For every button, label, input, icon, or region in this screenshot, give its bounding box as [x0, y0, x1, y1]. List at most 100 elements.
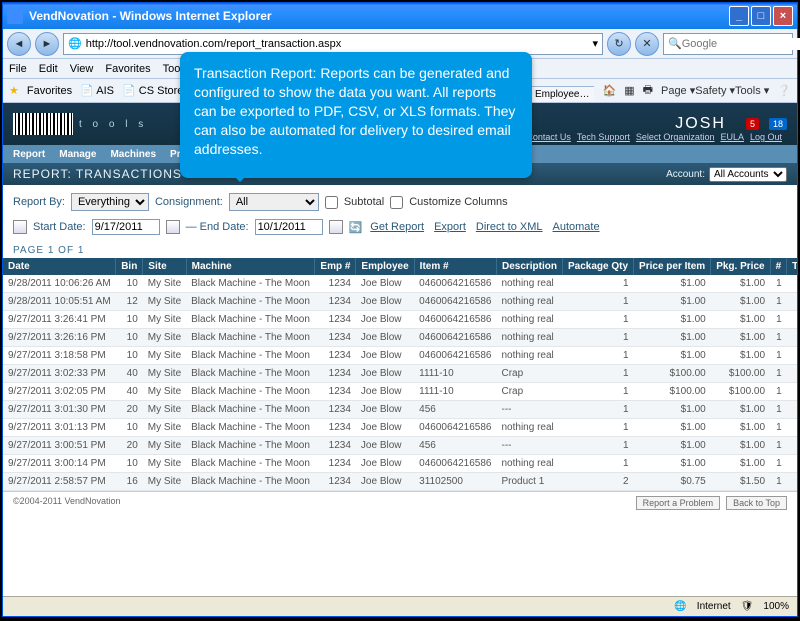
table-row[interactable]: 9/27/2011 3:26:41 PM10My SiteBlack Machi…: [3, 311, 797, 329]
print-icon[interactable]: 🖶: [643, 81, 653, 100]
back-button[interactable]: ◄: [7, 32, 31, 56]
table-cell: 0460064216586: [414, 347, 496, 365]
ie-tool-safety[interactable]: Safety ▾: [695, 85, 735, 97]
header-link[interactable]: EULA: [720, 132, 744, 142]
feeds-icon[interactable]: ▦: [624, 84, 634, 97]
getreport-button[interactable]: Get Report: [368, 221, 426, 233]
table-row[interactable]: 9/27/2011 2:58:57 PM16My SiteBlack Machi…: [3, 473, 797, 491]
stop-button[interactable]: ✕: [635, 32, 659, 56]
table-row[interactable]: 9/27/2011 3:02:05 PM40My SiteBlack Machi…: [3, 383, 797, 401]
zoom-label[interactable]: 100%: [763, 601, 789, 612]
table-row[interactable]: 9/27/2011 3:26:16 PM10My SiteBlack Machi…: [3, 329, 797, 347]
account-select[interactable]: All Accounts: [709, 167, 787, 182]
report-problem-button[interactable]: Report a Problem: [636, 496, 721, 510]
directxml-button[interactable]: Direct to XML: [474, 221, 545, 233]
export-button[interactable]: Export: [432, 221, 468, 233]
table-cell: Joe Blow: [356, 473, 414, 491]
favorites-star-icon[interactable]: ★: [9, 84, 19, 97]
menu-edit[interactable]: Edit: [39, 63, 58, 75]
col-header[interactable]: Machine: [186, 258, 315, 275]
search-box[interactable]: 🔍: [663, 33, 793, 55]
subtotal-checkbox[interactable]: [325, 196, 338, 209]
search-input[interactable]: [682, 38, 800, 50]
table-cell: 9/28/2011 10:05:51 AM: [3, 293, 116, 311]
table-cell: 10: [116, 275, 143, 293]
table-cell: Black Machine - The Moon: [186, 293, 315, 311]
col-header[interactable]: Employee: [356, 258, 414, 275]
table-row[interactable]: 9/27/2011 3:01:30 PM20My SiteBlack Machi…: [3, 401, 797, 419]
table-row[interactable]: 9/27/2011 3:02:33 PM40My SiteBlack Machi…: [3, 365, 797, 383]
alert-badge-red[interactable]: 5: [746, 118, 759, 130]
header-link[interactable]: Log Out: [750, 132, 782, 142]
help-icon[interactable]: ❔: [777, 84, 791, 97]
calendar-icon[interactable]: [13, 220, 27, 234]
app-menu-item[interactable]: Manage: [59, 149, 96, 160]
maximize-button[interactable]: □: [751, 6, 771, 26]
col-header[interactable]: Package Qty: [563, 258, 634, 275]
alert-badge-blue[interactable]: 18: [769, 118, 787, 130]
col-header[interactable]: #: [770, 258, 787, 275]
reportby-label: Report By:: [13, 196, 65, 208]
col-header[interactable]: Emp #: [315, 258, 356, 275]
table-cell: My Site: [143, 437, 186, 455]
col-header[interactable]: Total Price: [787, 258, 797, 275]
col-header[interactable]: Site: [143, 258, 186, 275]
table-cell: 1: [770, 419, 787, 437]
reportby-select[interactable]: Everything: [71, 193, 149, 211]
startdate-input[interactable]: [92, 219, 160, 235]
table-cell: 9/27/2011 3:18:58 PM: [3, 347, 116, 365]
col-header[interactable]: Price per Item: [634, 258, 711, 275]
enddate-input[interactable]: [255, 219, 323, 235]
table-row[interactable]: 9/27/2011 3:18:58 PM10My SiteBlack Machi…: [3, 347, 797, 365]
table-cell: 10: [116, 329, 143, 347]
header-link[interactable]: Select Organization: [636, 132, 715, 142]
page-icon: 🌐: [68, 37, 82, 50]
table-cell: $1.00: [634, 329, 711, 347]
startdate-picker-icon[interactable]: [166, 220, 180, 234]
protected-mode-icon[interactable]: 🛡: [741, 601, 754, 612]
col-header[interactable]: Description: [496, 258, 562, 275]
fav-item[interactable]: 📄 AIS: [80, 85, 114, 97]
table-row[interactable]: 9/27/2011 3:00:51 PM20My SiteBlack Machi…: [3, 437, 797, 455]
menu-favorites[interactable]: Favorites: [105, 63, 150, 75]
table-cell: nothing real: [496, 293, 562, 311]
ie-tool-tools[interactable]: Tools ▾: [735, 85, 769, 97]
home-icon[interactable]: 🏠: [602, 84, 616, 97]
header-link[interactable]: Tech Support: [577, 132, 630, 142]
refresh-button[interactable]: ↻: [607, 32, 631, 56]
menu-view[interactable]: View: [70, 63, 94, 75]
table-row[interactable]: 9/28/2011 10:05:51 AM12My SiteBlack Mach…: [3, 293, 797, 311]
table-row[interactable]: 9/28/2011 10:06:26 AM10My SiteBlack Mach…: [3, 275, 797, 293]
minimize-button[interactable]: _: [729, 6, 749, 26]
automate-button[interactable]: Automate: [551, 221, 602, 233]
copyright: ©2004-2011 VendNovation: [13, 496, 121, 510]
app-menu-item[interactable]: Machines: [110, 149, 156, 160]
customize-label: Customize Columns: [409, 196, 507, 208]
enddate-picker-icon[interactable]: [329, 220, 343, 234]
close-button[interactable]: ×: [773, 6, 793, 26]
table-cell: $1.00: [634, 347, 711, 365]
table-cell: 1: [770, 365, 787, 383]
table-cell: $1.50: [787, 473, 797, 491]
header-link[interactable]: Contact Us: [526, 132, 571, 142]
table-row[interactable]: 9/27/2011 3:01:13 PM10My SiteBlack Machi…: [3, 419, 797, 437]
refresh-icon[interactable]: 🔄: [349, 221, 363, 234]
menu-file[interactable]: File: [9, 63, 27, 75]
back-to-top-button[interactable]: Back to Top: [726, 496, 787, 510]
tutorial-callout: Transaction Report: Reports can be gener…: [180, 52, 532, 178]
forward-button[interactable]: ►: [35, 32, 59, 56]
consignment-select[interactable]: All: [229, 193, 319, 211]
ie-tool-page[interactable]: Page ▾: [661, 85, 695, 97]
dropdown-icon[interactable]: ▾: [592, 37, 598, 50]
col-header[interactable]: Bin: [116, 258, 143, 275]
globe-icon: 🌐: [674, 601, 686, 612]
favorites-label[interactable]: Favorites: [27, 85, 72, 97]
col-header[interactable]: Pkg. Price: [711, 258, 770, 275]
col-header[interactable]: Item #: [414, 258, 496, 275]
table-cell: Joe Blow: [356, 347, 414, 365]
table-row[interactable]: 9/27/2011 3:00:14 PM10My SiteBlack Machi…: [3, 455, 797, 473]
customize-checkbox[interactable]: [390, 196, 403, 209]
col-header[interactable]: Date: [3, 258, 116, 275]
url-input[interactable]: [86, 38, 593, 50]
app-menu-item[interactable]: Report: [13, 149, 45, 160]
